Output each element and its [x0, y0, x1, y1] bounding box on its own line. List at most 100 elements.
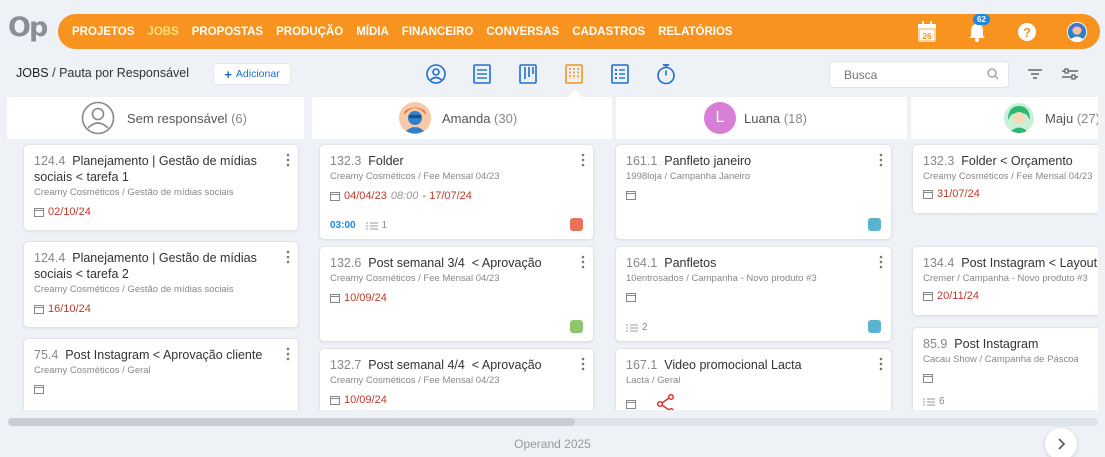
- card-date: [34, 384, 288, 394]
- job-card[interactable]: 124.4 Planejamento | Gestão de mídias so…: [23, 241, 299, 328]
- job-card[interactable]: 161.1 Panfleto janeiro 1998loja / Campan…: [615, 144, 892, 240]
- view-checklist-icon[interactable]: [608, 62, 632, 86]
- subtasks-icon: [626, 324, 638, 331]
- kebab-menu-icon[interactable]: [879, 255, 883, 269]
- card-client: Creamy Cosméticos / Fee Mensal 04/23: [330, 171, 500, 182]
- job-card[interactable]: 85.9 Post Instagram Cacau Show / Campanh…: [912, 327, 1098, 410]
- card-date: 10/09/24: [330, 292, 583, 304]
- nav-jobs[interactable]: JOBS: [147, 26, 178, 38]
- kanban-board: Sem responsável (6) Amanda (30) L Luana …: [7, 97, 1098, 410]
- calendar-icon: [34, 385, 44, 394]
- view-list-icon[interactable]: [470, 62, 494, 86]
- horizontal-scrollbar[interactable]: [8, 418, 1098, 426]
- card-title: 167.1 Video promocional Lacta: [626, 358, 802, 372]
- job-card[interactable]: 164.1 Panfletos 10entrosados / Campanha …: [615, 246, 892, 342]
- card-date: [626, 190, 881, 200]
- kebab-menu-icon[interactable]: [286, 250, 290, 264]
- chevron-right-icon: [1058, 438, 1066, 450]
- scrollbar-thumb[interactable]: [8, 418, 575, 426]
- card-client: Cremer / Campanha - Novo produto #3: [923, 273, 1088, 284]
- column-header-sem-responsavel: Sem responsável (6): [7, 97, 304, 139]
- nav-financeiro[interactable]: FINANCEIRO: [402, 26, 474, 38]
- empty-user-icon: [81, 101, 115, 135]
- breadcrumb: JOBS / Pauta por Responsável: [16, 66, 190, 80]
- calendar-icon: [330, 294, 340, 303]
- main-navbar: PROJETOS JOBS PROPOSTAS PRODUÇÃO MÍDIA F…: [58, 13, 1100, 49]
- kebab-menu-icon[interactable]: [286, 153, 290, 167]
- status-swatch: [868, 218, 881, 231]
- kebab-menu-icon[interactable]: [879, 153, 883, 167]
- amanda-avatar: [399, 102, 431, 134]
- kebab-menu-icon[interactable]: [581, 153, 585, 167]
- card-title: 132.7 Post semanal 4/4 < Aprovação: [330, 358, 542, 372]
- status-swatch: [868, 320, 881, 333]
- calendar-icon[interactable]: 26: [916, 20, 938, 43]
- card-title: 124.4 Planejamento | Gestão de mídias so…: [34, 251, 257, 281]
- add-button[interactable]: + Adicionar: [214, 64, 290, 84]
- kebab-menu-icon[interactable]: [879, 357, 883, 371]
- subtasks-icon: [365, 222, 378, 229]
- svg-text:?: ?: [1023, 25, 1031, 40]
- filter-icon[interactable]: [1027, 67, 1043, 81]
- kebab-menu-icon[interactable]: [581, 357, 585, 371]
- job-card[interactable]: 134.4 Post Instagram < Layout Cremer / C…: [912, 246, 1098, 316]
- subtasks-icon: [923, 398, 935, 405]
- nav-conversas[interactable]: CONVERSAS: [486, 26, 559, 38]
- kebab-menu-icon[interactable]: [286, 347, 290, 361]
- sliders-icon[interactable]: [1061, 67, 1079, 81]
- job-card[interactable]: 75.4 Post Instagram < Aprovação cliente …: [23, 338, 299, 410]
- card-title: 132.3 Folder: [330, 154, 404, 168]
- plus-icon: +: [224, 66, 232, 82]
- card-date: [626, 394, 881, 410]
- share-icon[interactable]: [656, 394, 676, 410]
- card-title: 132.6 Post semanal 3/4 < Aprovação: [330, 256, 542, 270]
- breadcrumb-section[interactable]: JOBS: [16, 66, 49, 80]
- card-date: 02/10/24: [34, 206, 288, 218]
- nav-relatorios[interactable]: RELATÓRIOS: [658, 26, 733, 38]
- view-timer-icon[interactable]: [654, 62, 678, 86]
- card-date: 04/04/23 08:00- 17/07/24: [330, 190, 583, 202]
- nav-propostas[interactable]: PROPOSTAS: [192, 26, 263, 38]
- card-title: 132.3 Folder < Orçamento: [923, 154, 1073, 168]
- nav-cadastros[interactable]: CADASTROS: [572, 26, 645, 38]
- calendar-day: 26: [923, 32, 932, 41]
- search-icon[interactable]: [987, 68, 999, 80]
- job-card[interactable]: 132.6 Post semanal 3/4 < Aprovação Cream…: [319, 246, 594, 342]
- view-by-person-icon[interactable]: [424, 62, 448, 86]
- card-client: Lacta / Geral: [626, 375, 681, 386]
- card-client: Creamy Cosméticos / Fee Mensal 04/23: [330, 375, 500, 386]
- calendar-icon: [923, 190, 933, 199]
- card-meta: 03:00 1: [330, 220, 388, 231]
- job-card[interactable]: 132.3 Folder Creamy Cosméticos / Fee Men…: [319, 144, 594, 240]
- card-date: 16/10/24: [34, 303, 288, 315]
- column-header-maju: Maju (27): [911, 97, 1098, 139]
- nav-producao[interactable]: PRODUÇÃO: [276, 26, 343, 38]
- column-count: (6): [231, 110, 247, 126]
- calendar-icon: [923, 374, 933, 383]
- question-icon[interactable]: ?: [1016, 21, 1038, 43]
- job-card[interactable]: 132.7 Post semanal 4/4 < Aprovação Cream…: [319, 348, 594, 410]
- view-board-icon[interactable]: [562, 62, 586, 86]
- column-name: Luana: [744, 110, 781, 126]
- job-card[interactable]: 167.1 Video promocional Lacta Lacta / Ge…: [615, 348, 892, 410]
- card-meta: 2: [626, 322, 648, 333]
- column-count: (30): [494, 110, 518, 126]
- user-avatar[interactable]: [1066, 21, 1088, 43]
- view-kanban-icon[interactable]: [516, 62, 540, 86]
- nav-projetos[interactable]: PROJETOS: [72, 26, 134, 38]
- status-swatch: [570, 320, 583, 333]
- app-logo[interactable]: Op: [8, 12, 56, 46]
- status-swatch: [570, 218, 583, 231]
- search-input[interactable]: [829, 61, 1009, 88]
- calendar-icon: [34, 305, 44, 314]
- card-date: 31/07/24: [923, 188, 1098, 200]
- kebab-menu-icon[interactable]: [581, 255, 585, 269]
- nav-midia[interactable]: MÍDIA: [356, 26, 389, 38]
- bell-icon[interactable]: 62: [966, 13, 990, 43]
- active-view-caret: [568, 90, 582, 97]
- job-card[interactable]: 132.3 Folder < Orçamento Creamy Cosmétic…: [912, 144, 1098, 214]
- scroll-next-button[interactable]: [1045, 428, 1077, 457]
- column-name: Amanda: [442, 110, 491, 126]
- card-title: 164.1 Panfletos: [626, 256, 717, 270]
- job-card[interactable]: 124.4 Planejamento | Gestão de mídias so…: [23, 144, 299, 231]
